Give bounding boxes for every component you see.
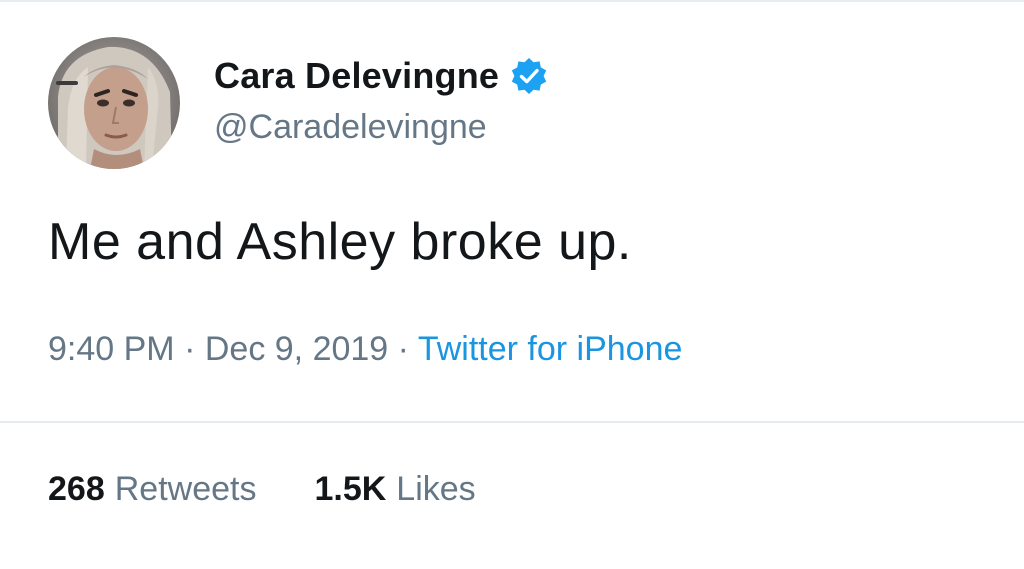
tweet-date[interactable]: Dec 9, 2019 [205,330,388,368]
likes-stat[interactable]: 1.5K Likes [314,470,475,509]
retweets-stat[interactable]: 268 Retweets [48,470,256,509]
stats-divider [0,421,1024,423]
tweet-time[interactable]: 9:40 PM [48,330,175,368]
author-handle[interactable]: @Caradelevingne [214,108,487,147]
likes-count: 1.5K [314,470,387,508]
avatar-photo [56,46,172,169]
top-divider [0,0,1024,2]
tweet-text: Me and Ashley broke up. [48,213,632,271]
tweet-card: Cara Delevingne @Caradelevingne Me and A… [0,0,1024,569]
likes-label: Likes [396,470,476,508]
retweets-label: Retweets [114,470,257,508]
author-display-name[interactable]: Cara Delevingne [214,55,499,97]
tweet-meta: 9:40 PM · Dec 9, 2019 · Twitter for iPho… [48,330,682,369]
tweet-source-link[interactable]: Twitter for iPhone [418,330,683,368]
tweet-stats: 268 Retweets 1.5K Likes [48,470,476,509]
meta-separator: · [184,330,205,368]
author-name-row[interactable]: Cara Delevingne [214,52,549,100]
avatar[interactable] [48,37,180,169]
verified-badge-icon [509,56,549,96]
retweets-count: 268 [48,470,105,508]
meta-separator: · [397,330,418,368]
